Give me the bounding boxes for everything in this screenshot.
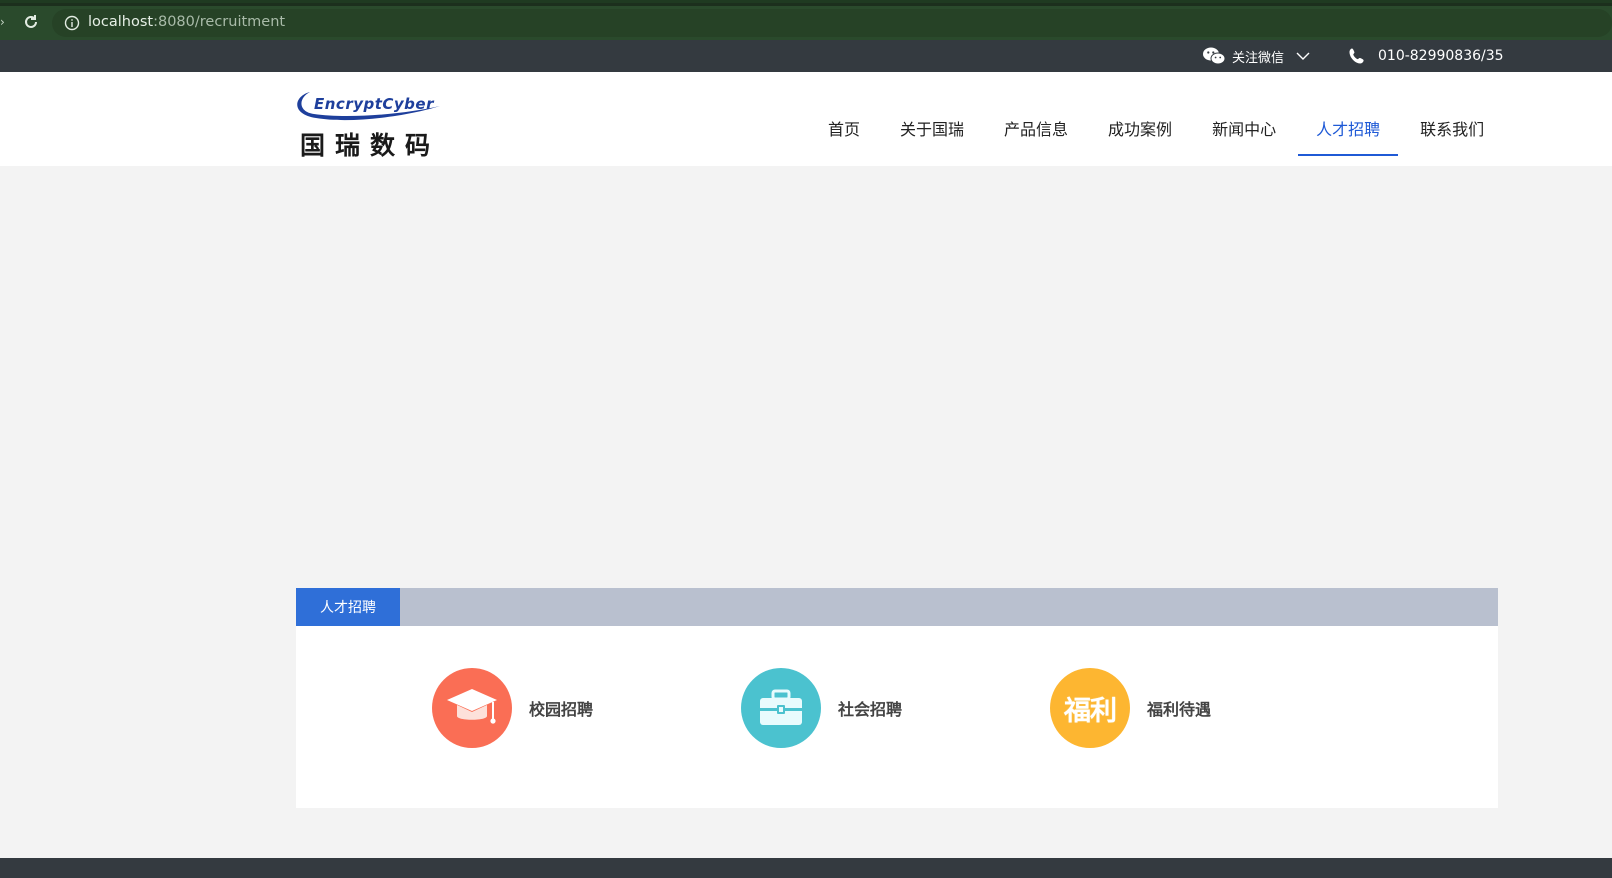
site-footer <box>0 858 1612 878</box>
url-path: :8080/recruitment <box>153 14 286 30</box>
benefits-card[interactable]: 福利 福利待遇 <box>1050 668 1211 748</box>
graduation-cap-icon <box>447 689 497 724</box>
site-header: EncryptCyber 国瑞数码 首页 关于国瑞 产品信息 成功案例 新闻中心… <box>0 72 1612 166</box>
recruitment-cards: 校园招聘 社会招聘 福利 福利待遇 <box>296 626 1498 808</box>
url-text[interactable]: localhost:8080/recruitment <box>88 14 285 30</box>
benefits-icon: 福利 <box>1064 695 1117 727</box>
nav-products[interactable]: 产品信息 <box>986 72 1086 166</box>
briefcase-icon <box>760 689 802 725</box>
benefits-icon-circle: 福利 <box>1050 668 1130 748</box>
browser-toolbar: › localhost:8080/recruitment <box>0 0 1612 40</box>
logo-mark: EncryptCyber <box>297 92 440 121</box>
nav-cases[interactable]: 成功案例 <box>1090 72 1190 166</box>
section-title-tab: 人才招聘 <box>296 588 400 626</box>
phone-number: 010-82990836/35 <box>1378 48 1504 64</box>
nav-contact[interactable]: 联系我们 <box>1402 72 1502 166</box>
campus-recruitment-card[interactable]: 校园招聘 <box>432 668 593 748</box>
main-nav: 首页 关于国瑞 产品信息 成功案例 新闻中心 人才招聘 联系我们 <box>810 72 1506 166</box>
tab-strip <box>0 3 1612 6</box>
wechat-icon <box>1203 47 1226 65</box>
logo-cn-text: 国瑞数码 <box>300 131 441 160</box>
top-utility-bar: 关注微信 010-82990836/35 <box>0 40 1612 72</box>
phone-contact: 010-82990836/35 <box>1348 44 1504 68</box>
nav-about[interactable]: 关于国瑞 <box>882 72 982 166</box>
nav-news[interactable]: 新闻中心 <box>1194 72 1294 166</box>
campus-recruitment-label: 校园招聘 <box>529 700 594 719</box>
social-recruitment-card[interactable]: 社会招聘 <box>741 668 902 748</box>
recruitment-section: 人才招聘 校园招聘 社会招聘 福利 福利待遇 <box>296 588 1498 808</box>
nav-recruitment[interactable]: 人才招聘 <box>1298 72 1399 166</box>
wechat-label: 关注微信 <box>1232 50 1285 66</box>
social-recruitment-label: 社会招聘 <box>838 700 903 719</box>
social-icon-circle <box>741 668 821 748</box>
company-logo[interactable]: EncryptCyber 国瑞数码 <box>296 86 444 160</box>
url-host: localhost <box>88 14 154 30</box>
chevron-down-icon <box>1296 52 1310 60</box>
nav-home[interactable]: 首页 <box>810 72 878 166</box>
info-icon[interactable] <box>64 15 80 31</box>
phone-icon <box>1349 48 1364 64</box>
campus-icon-circle <box>432 668 512 748</box>
banner-area <box>0 166 1612 588</box>
back-icon[interactable]: › <box>0 15 8 29</box>
address-bar[interactable]: localhost:8080/recruitment <box>52 9 1612 37</box>
wechat-follow-dropdown[interactable]: 关注微信 <box>1202 44 1310 68</box>
logo-en-text: EncryptCyber <box>314 95 435 113</box>
reload-icon[interactable] <box>22 13 40 31</box>
benefits-label: 福利待遇 <box>1147 700 1212 719</box>
section-header: 人才招聘 <box>296 588 1498 626</box>
